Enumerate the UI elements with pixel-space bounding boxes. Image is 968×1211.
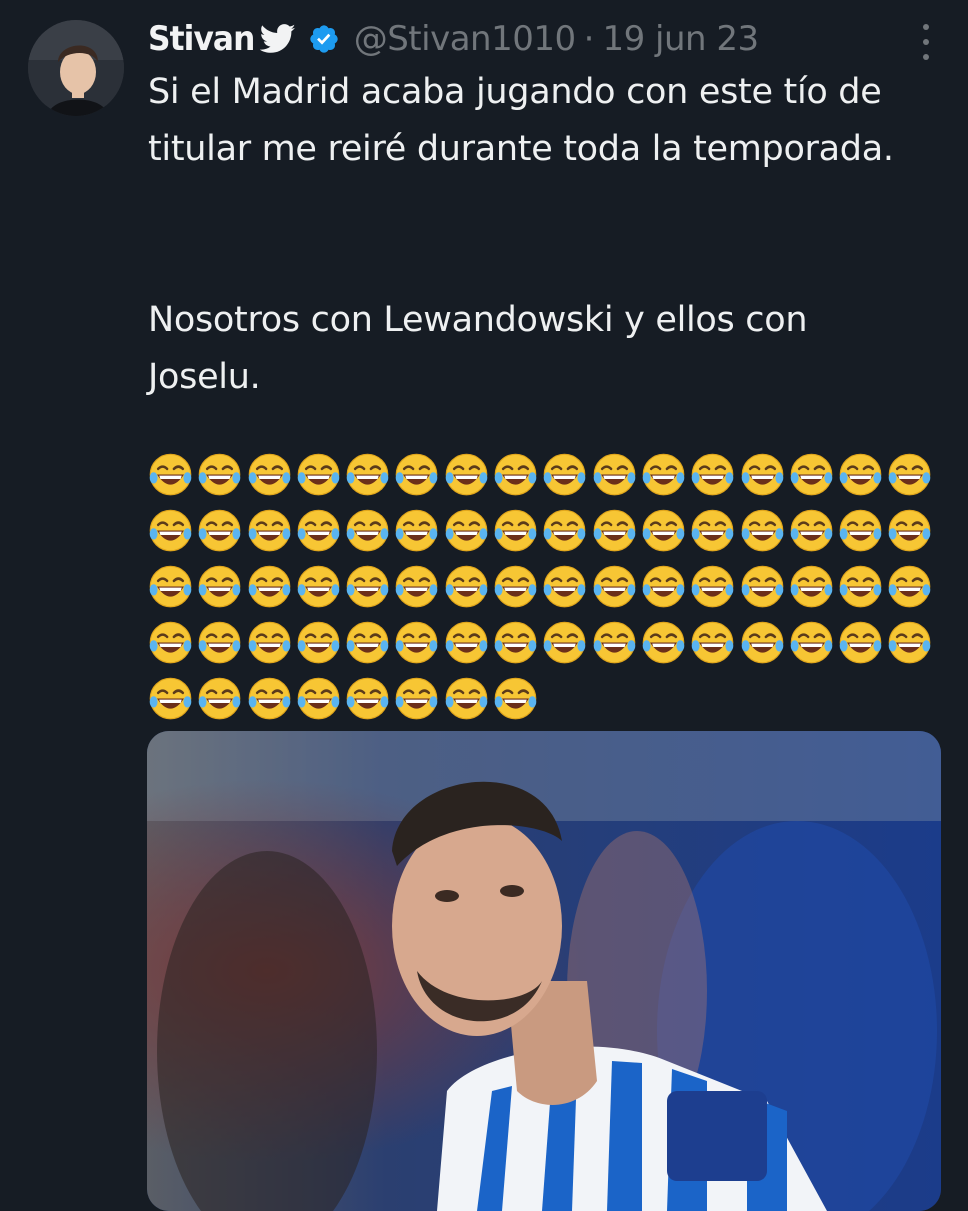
tears-of-joy-emoji-icon xyxy=(345,620,390,665)
tears-of-joy-emoji-icon xyxy=(493,676,538,721)
author-avatar[interactable] xyxy=(28,20,124,116)
tears-of-joy-emoji-icon xyxy=(394,508,439,553)
tears-of-joy-emoji-icon xyxy=(197,676,242,721)
emoji-row xyxy=(148,617,948,673)
emoji-row xyxy=(148,561,948,617)
tears-of-joy-emoji-icon xyxy=(444,620,489,665)
tears-of-joy-emoji-icon xyxy=(887,452,932,497)
tears-of-joy-emoji-icon xyxy=(789,620,834,665)
tears-of-joy-emoji-icon xyxy=(542,620,587,665)
tears-of-joy-emoji-icon xyxy=(641,452,686,497)
tears-of-joy-emoji-icon xyxy=(444,452,489,497)
emoji-row xyxy=(148,505,948,561)
tears-of-joy-emoji-icon xyxy=(542,452,587,497)
tears-of-joy-emoji-icon xyxy=(345,452,390,497)
tears-of-joy-emoji-icon xyxy=(247,620,292,665)
tears-of-joy-emoji-icon xyxy=(247,676,292,721)
tears-of-joy-emoji-icon xyxy=(493,564,538,609)
tweet-date[interactable]: 19 jun 23 xyxy=(602,19,759,59)
tears-of-joy-emoji-icon xyxy=(247,508,292,553)
tweet-header: Stivan @Stivan1010 · 19 jun 23 xyxy=(148,12,759,66)
more-options-icon[interactable] xyxy=(916,24,936,60)
tweet-media-photo[interactable] xyxy=(147,731,941,1211)
tears-of-joy-emoji-icon xyxy=(838,620,883,665)
tears-of-joy-emoji-icon xyxy=(592,508,637,553)
author-handle[interactable]: @Stivan1010 xyxy=(354,19,576,59)
verified-badge-icon xyxy=(308,23,340,55)
tears-of-joy-emoji-icon xyxy=(740,508,785,553)
separator-dot: · xyxy=(583,19,595,59)
emoji-grid xyxy=(148,449,948,729)
tears-of-joy-emoji-icon xyxy=(197,564,242,609)
tears-of-joy-emoji-icon xyxy=(148,508,193,553)
tears-of-joy-emoji-icon xyxy=(542,564,587,609)
tears-of-joy-emoji-icon xyxy=(148,676,193,721)
tears-of-joy-emoji-icon xyxy=(838,508,883,553)
tears-of-joy-emoji-icon xyxy=(296,676,341,721)
tears-of-joy-emoji-icon xyxy=(641,564,686,609)
tears-of-joy-emoji-icon xyxy=(542,508,587,553)
tears-of-joy-emoji-icon xyxy=(444,508,489,553)
tears-of-joy-emoji-icon xyxy=(296,508,341,553)
tears-of-joy-emoji-icon xyxy=(740,452,785,497)
tears-of-joy-emoji-icon xyxy=(887,620,932,665)
tears-of-joy-emoji-icon xyxy=(444,564,489,609)
emoji-row xyxy=(148,673,948,729)
tears-of-joy-emoji-icon xyxy=(148,564,193,609)
tears-of-joy-emoji-icon xyxy=(592,452,637,497)
tears-of-joy-emoji-icon xyxy=(887,564,932,609)
tears-of-joy-emoji-icon xyxy=(148,620,193,665)
author-display-name[interactable]: Stivan xyxy=(148,19,255,59)
tears-of-joy-emoji-icon xyxy=(838,564,883,609)
tears-of-joy-emoji-icon xyxy=(247,564,292,609)
tears-of-joy-emoji-icon xyxy=(345,676,390,721)
tears-of-joy-emoji-icon xyxy=(296,452,341,497)
tears-of-joy-emoji-icon xyxy=(197,620,242,665)
tears-of-joy-emoji-icon xyxy=(690,508,735,553)
tears-of-joy-emoji-icon xyxy=(493,508,538,553)
tears-of-joy-emoji-icon xyxy=(148,452,193,497)
tears-of-joy-emoji-icon xyxy=(592,620,637,665)
tears-of-joy-emoji-icon xyxy=(789,452,834,497)
tears-of-joy-emoji-icon xyxy=(887,508,932,553)
tears-of-joy-emoji-icon xyxy=(394,564,439,609)
tears-of-joy-emoji-icon xyxy=(394,620,439,665)
tears-of-joy-emoji-icon xyxy=(296,564,341,609)
tears-of-joy-emoji-icon xyxy=(641,620,686,665)
tweet-text: Si el Madrid acaba jugando con este tío … xyxy=(148,64,928,406)
tweet-paragraph-1: Si el Madrid acaba jugando con este tío … xyxy=(148,72,894,169)
tears-of-joy-emoji-icon xyxy=(641,508,686,553)
tears-of-joy-emoji-icon xyxy=(740,564,785,609)
tears-of-joy-emoji-icon xyxy=(394,452,439,497)
tears-of-joy-emoji-icon xyxy=(345,564,390,609)
tears-of-joy-emoji-icon xyxy=(740,620,785,665)
twitter-bird-icon xyxy=(259,24,296,54)
tears-of-joy-emoji-icon xyxy=(690,620,735,665)
tears-of-joy-emoji-icon xyxy=(444,676,489,721)
tears-of-joy-emoji-icon xyxy=(592,564,637,609)
tears-of-joy-emoji-icon xyxy=(197,452,242,497)
tweet-paragraph-2: Nosotros con Lewandowski y ellos con Jos… xyxy=(148,300,808,397)
tears-of-joy-emoji-icon xyxy=(690,564,735,609)
tears-of-joy-emoji-icon xyxy=(394,676,439,721)
tears-of-joy-emoji-icon xyxy=(493,620,538,665)
tears-of-joy-emoji-icon xyxy=(197,508,242,553)
tears-of-joy-emoji-icon xyxy=(789,564,834,609)
tears-of-joy-emoji-icon xyxy=(493,452,538,497)
tears-of-joy-emoji-icon xyxy=(838,452,883,497)
tears-of-joy-emoji-icon xyxy=(789,508,834,553)
tears-of-joy-emoji-icon xyxy=(247,452,292,497)
tears-of-joy-emoji-icon xyxy=(345,508,390,553)
tears-of-joy-emoji-icon xyxy=(690,452,735,497)
tears-of-joy-emoji-icon xyxy=(296,620,341,665)
emoji-row xyxy=(148,449,948,505)
